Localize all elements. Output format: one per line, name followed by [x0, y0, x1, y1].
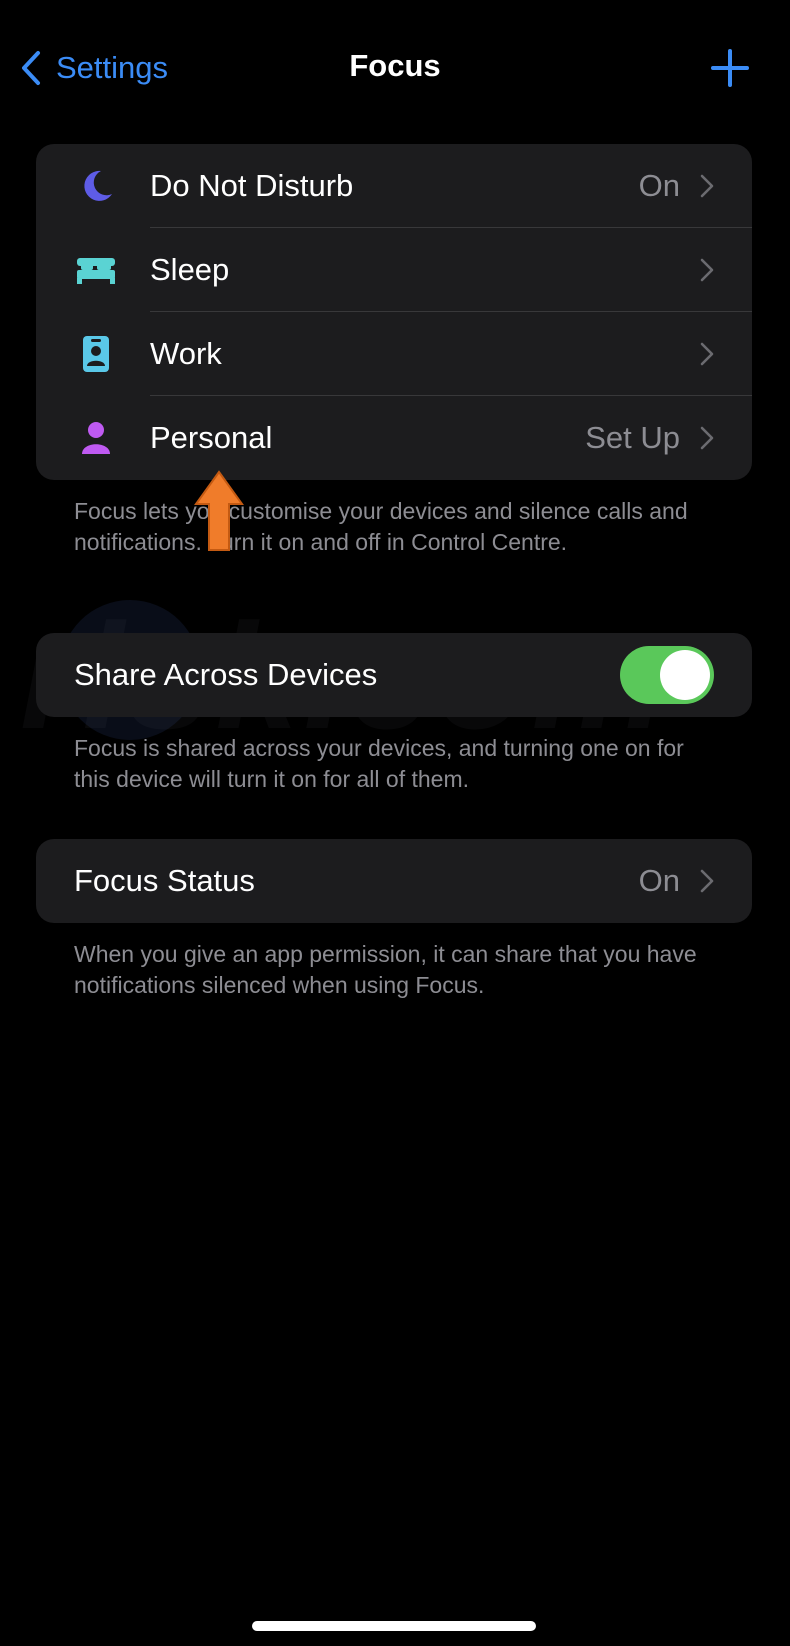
- focus-status-group: Focus Status On: [36, 839, 752, 923]
- focus-status-label: Focus Status: [74, 863, 255, 898]
- focus-item-label: Work: [150, 336, 222, 371]
- bed-icon: [74, 248, 118, 292]
- chevron-right-icon: [700, 426, 714, 450]
- focus-description: Focus lets you customise your devices an…: [74, 498, 688, 555]
- share-description: Focus is shared across your devices, and…: [74, 735, 684, 792]
- plus-icon: [711, 49, 749, 87]
- focus-item-value: Set Up: [585, 420, 680, 455]
- chevron-right-icon: [700, 342, 714, 366]
- focus-status-value: On: [638, 863, 680, 898]
- focus-status-description: When you give an app permission, it can …: [74, 941, 697, 998]
- toggle-knob: [660, 650, 710, 700]
- moon-icon: [74, 164, 118, 208]
- share-across-devices-toggle[interactable]: [620, 646, 714, 704]
- focus-item-label: Personal: [150, 420, 273, 455]
- chevron-right-icon: [700, 869, 714, 893]
- focus-item-label: Do Not Disturb: [150, 168, 354, 203]
- focus-item-work[interactable]: Work: [36, 312, 752, 396]
- page-title: Focus: [349, 48, 441, 83]
- chevron-right-icon: [700, 258, 714, 282]
- focus-item-personal[interactable]: Personal Set Up: [36, 396, 752, 480]
- focus-status-row[interactable]: Focus Status On: [36, 839, 752, 923]
- navigation-bar: Settings Focus: [0, 0, 790, 140]
- person-icon: [74, 416, 118, 460]
- id-badge-icon: [74, 332, 118, 376]
- chevron-right-icon: [700, 174, 714, 198]
- focus-item-label: Sleep: [150, 252, 230, 287]
- add-focus-button[interactable]: [710, 48, 750, 88]
- focus-item-value: On: [638, 168, 680, 203]
- share-across-devices-label: Share Across Devices: [74, 657, 378, 692]
- share-across-devices-group: Share Across Devices: [36, 633, 752, 717]
- focus-item-sleep[interactable]: Sleep: [36, 228, 752, 312]
- share-across-devices-row: Share Across Devices: [36, 633, 752, 717]
- focus-modes-list: Do Not Disturb On Sleep Work Personal Se…: [36, 144, 752, 480]
- focus-item-do-not-disturb[interactable]: Do Not Disturb On: [36, 144, 752, 228]
- home-indicator: [252, 1621, 536, 1631]
